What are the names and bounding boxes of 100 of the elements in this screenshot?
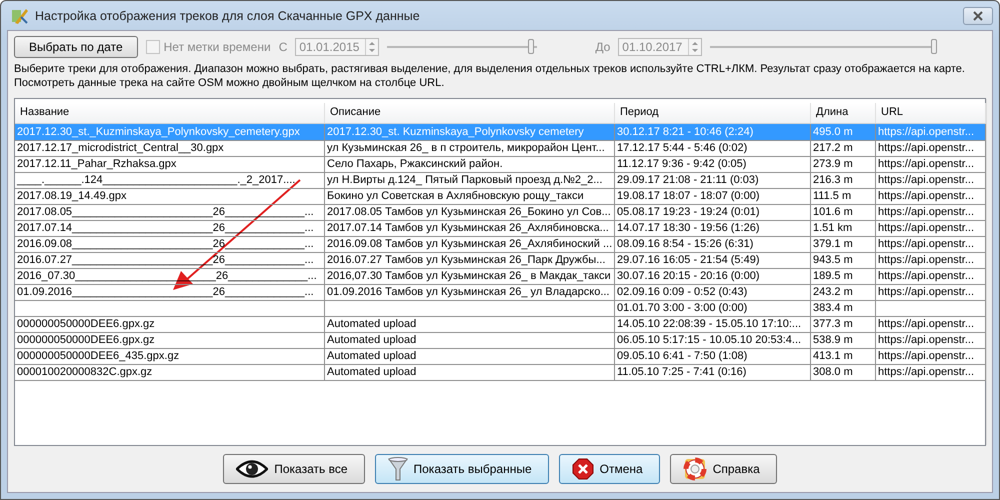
table-cell: ул Н.Вирты д.124_ Пятый Парковый проезд д.№2_2... <box>327 174 602 186</box>
table-cell: 379.1 m <box>813 238 853 250</box>
app-icon <box>11 6 29 24</box>
select-by-date-button[interactable]: Выбрать по дате <box>14 36 138 58</box>
table-cell: https://api.openstr... <box>878 270 974 282</box>
table-cell: https://api.openstr... <box>878 142 974 154</box>
table-cell: 000000050000DEE6.gpx.gz <box>17 334 155 346</box>
track-row[interactable]: 000000050000DEE6.gpx.gz Automated upload 14.05.10 22:08:39 - 15.05.10 17:10:... 377.3 m https://api.openstr... <box>15 316 986 332</box>
to-label: До <box>595 40 610 54</box>
track-row[interactable]: 2017.12.17_microdistrict_Central__30.gpx ул Кузьминская 26_ в п строитель, микрорайон Цент... 17.12.17 5:44 - 5:46 (0:02) 217.2 m https://api.openstr... <box>15 140 986 156</box>
track-row[interactable]: ____.______.124______________________._2_2017.... ул Н.Вирты д.124_ Пятый Парковый проезд д.№2_2... 29.09.17 21:08 - 21:11 (0:03) 216.3 m https://api.openstr... <box>15 172 986 188</box>
range-slider[interactable] <box>710 37 936 57</box>
table-cell: https://api.openstr... <box>878 126 974 138</box>
eye-icon <box>236 460 268 478</box>
table-cell: https://api.openstr... <box>878 350 974 362</box>
close-button[interactable] <box>963 6 993 24</box>
track-row[interactable]: 000000050000DEE6.gpx.gz Automated upload 06.05.10 5:17:15 - 10.05.10 20:53:4... 538.9 m https://api.openstr... <box>15 332 986 348</box>
table-cell: 11.05.10 7:25 - 7:41 (0:16) <box>617 366 746 378</box>
table-cell: 2016.07.27 Тамбов ул Кузьминская 26_Парк Дружбы... <box>327 254 606 266</box>
column-header[interactable]: Период <box>615 103 811 123</box>
cancel-icon <box>572 458 594 480</box>
track-row[interactable]: 2017.08.19_14.49.gpx Бокино ул Советская в Ахлябновскую рощу_такси 19.08.17 18:07 - 18:07 (0:00) 111.5 m https://api.openstr... <box>15 188 986 204</box>
track-row[interactable]: 01.09.2016_______________________26_____________... 01.09.2016 Тамбов ул Кузьминская 26_ ул Владарско... 02.09.16 0:09 - 0:52 (0:43) 243.2 m https://api.openstr... <box>15 284 986 300</box>
table-cell: 2017.12.30_st. Kuzminskaya_Polynkovsky cemetery <box>327 126 584 138</box>
table-cell: 2016.09.08 Тамбов ул Кузьминская 26_Ахлябиноский ... <box>327 238 612 250</box>
eye-button[interactable]: Показать все <box>223 454 364 484</box>
column-header[interactable]: Название <box>15 103 325 123</box>
table-cell: 01.01.70 3:00 - 3:00 (0:00) <box>617 302 748 314</box>
table-cell: Automated upload <box>327 366 416 378</box>
table-cell: 377.3 m <box>813 318 853 330</box>
table-cell: https://api.openstr... <box>878 366 974 378</box>
window-title: Настройка отображения треков для слоя Скачанные GPX данные <box>35 8 420 22</box>
table-cell: 243.2 m <box>813 286 853 298</box>
slider-thumb[interactable] <box>931 39 938 54</box>
table-cell: 2017.12.30_st._Kuzminskaya_Polynkovsky_cemetery.gpx <box>17 126 300 138</box>
table-cell: 189.5 m <box>813 270 853 282</box>
funnel-button[interactable]: Показать выбранные <box>374 454 549 484</box>
table-cell: Automated upload <box>327 318 416 330</box>
table-cell: 2017.08.19_14.49.gpx <box>17 190 126 202</box>
table-cell: ____.______.124______________________._2_2017.... <box>17 174 296 186</box>
table-cell: 1.51 km <box>813 222 852 234</box>
table-cell: 06.05.10 5:17:15 - 10.05.10 20:53:4... <box>617 334 802 346</box>
table-cell: 217.2 m <box>813 142 853 154</box>
table-cell: 05.08.17 19:23 - 19:24 (0:01) <box>617 206 760 218</box>
range-slider[interactable] <box>387 37 538 57</box>
table-cell: 02.09.16 0:09 - 0:52 (0:43) <box>617 286 748 298</box>
checkbox-label: Нет метки времени <box>164 40 271 54</box>
table-cell: Бокино ул Советская в Ахлябновскую рощу_такси <box>327 190 584 202</box>
table-cell: 000010020000832C.gpx.gz <box>17 366 152 378</box>
table-cell: 413.1 m <box>813 350 853 362</box>
table-cell: https://api.openstr... <box>878 286 974 298</box>
column-header[interactable]: Описание <box>325 103 615 123</box>
cancel-button[interactable]: Отмена <box>558 454 660 484</box>
table-cell: 495.0 m <box>813 126 853 138</box>
table-cell: 000000050000DEE6.gpx.gz <box>17 318 155 330</box>
table-cell: 2017.12.17_microdistrict_Central__30.gpx <box>17 142 224 154</box>
track-row[interactable]: 2017.12.11_Pahar_Rzhaksa.gpx Село Пахарь, Ржаксинский район. 11.12.17 9:36 - 9:42 (0:05) 273.9 m https://api.openstr... <box>15 156 986 172</box>
slider-thumb[interactable] <box>528 39 534 54</box>
table-cell: 30.12.17 8:21 - 10:46 (2:24) <box>617 126 754 138</box>
table-cell: 01.09.2016_______________________26_____________... <box>17 286 314 298</box>
table-cell: 29.07.16 16:05 - 21:54 (5:49) <box>617 254 760 266</box>
funnel-icon <box>388 457 408 481</box>
table-cell: https://api.openstr... <box>878 174 974 186</box>
close-icon <box>972 10 984 20</box>
table-cell: 308.0 m <box>813 366 853 378</box>
table-cell: 2017.12.11_Pahar_Rzhaksa.gpx <box>17 158 176 170</box>
table-cell: https://api.openstr... <box>878 222 974 234</box>
track-row[interactable]: 000000050000DEE6_435.gpx.gz Automated upload 09.05.10 6:41 - 7:50 (1:08) 413.1 m https://api.openstr... <box>15 348 986 364</box>
table-cell: 2016,07.30 Тамбов ул Кузьминская 26_ в Макдак_такси <box>327 270 611 282</box>
table-cell: 216.3 m <box>813 174 853 186</box>
from-label: С <box>278 40 288 54</box>
table-cell: 17.12.17 5:44 - 5:46 (0:02) <box>617 142 748 154</box>
table-cell: 29.09.17 21:08 - 21:11 (0:03) <box>617 174 759 186</box>
table-cell: 19.08.17 18:07 - 18:07 (0:00) <box>617 190 760 202</box>
table-cell: 538.9 m <box>813 334 853 346</box>
column-header[interactable]: Длина <box>811 103 876 123</box>
hint-text: Выберите треки для отображения. Диапазон можно выбрать, растягивая выделение, для выделения отдельных треков используйте CTRL+ЛКМ. Результат сразу отображается на карте. <box>14 62 966 76</box>
track-row[interactable]: 01.01.70 3:00 - 3:00 (0:00) 383.4 m <box>15 300 986 316</box>
table-cell: 111.5 m <box>813 190 852 202</box>
table-cell: 08.09.16 8:54 - 15:26 (6:31) <box>617 238 754 250</box>
help-button[interactable]: Справка <box>670 454 777 484</box>
table-cell: https://api.openstr... <box>878 334 974 346</box>
table-cell: 383.4 m <box>813 302 853 314</box>
table-cell: https://api.openstr... <box>878 238 974 250</box>
table-cell: ул Кузьминская 26_ в п строитель, микрорайон Цент... <box>327 142 605 154</box>
track-row[interactable]: 000010020000832C.gpx.gz Automated upload 11.05.10 7:25 - 7:41 (0:16) 308.0 m https://api.openstr... <box>15 364 986 380</box>
table-cell: Automated upload <box>327 350 416 362</box>
table-cell: 14.05.10 22:08:39 - 15.05.10 17:10:... <box>617 318 802 330</box>
hint-text: Посмотреть данные трека на сайте OSM можно двойным щелчком на столбце URL. <box>14 76 446 90</box>
table-cell: https://api.openstr... <box>878 254 974 266</box>
table-cell: 11.12.17 9:36 - 9:42 (0:05) <box>617 158 746 170</box>
table-cell: 943.5 m <box>813 254 853 266</box>
table-cell: https://api.openstr... <box>878 206 974 218</box>
table-cell: 273.9 m <box>813 158 853 170</box>
table-cell: Automated upload <box>327 334 416 346</box>
table-cell: Село Пахарь, Ржаксинский район. <box>327 158 503 170</box>
table-cell: https://api.openstr... <box>878 190 974 202</box>
table-cell: 30.07.16 20:15 - 20:16 (0:00) <box>617 270 760 282</box>
table-cell: 01.09.2016 Тамбов ул Кузьминская 26_ ул Владарско... <box>327 286 610 298</box>
table-cell: https://api.openstr... <box>878 318 974 330</box>
